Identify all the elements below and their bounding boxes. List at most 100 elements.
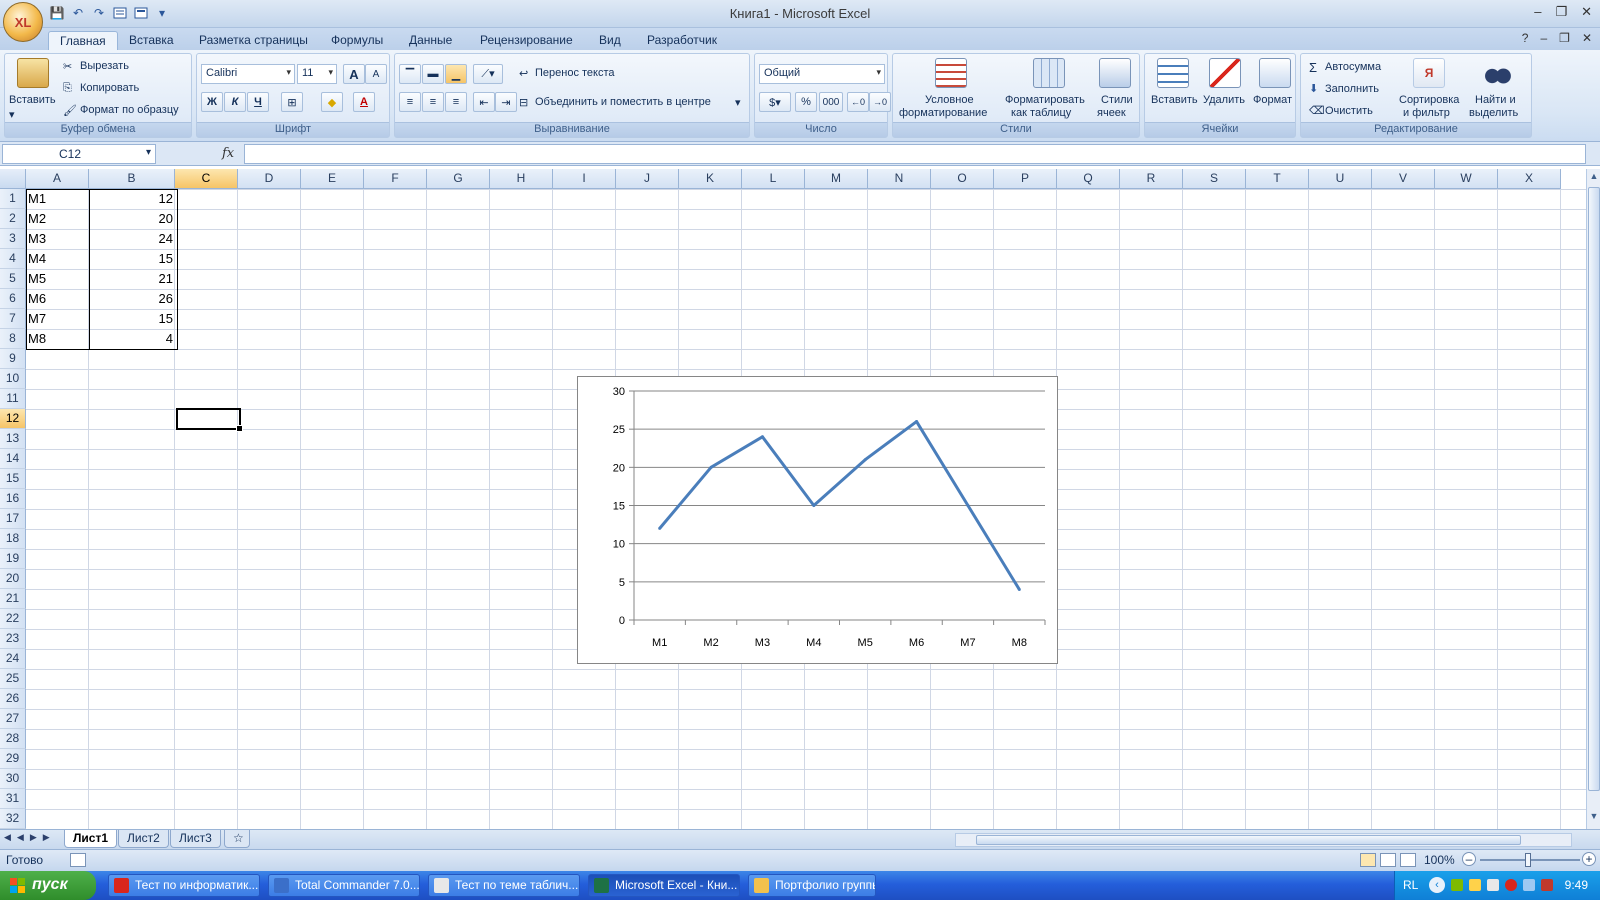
paste-button[interactable]: Вставить [9,94,56,106]
cell-b8[interactable]: 4 [89,329,175,349]
column-header-m[interactable]: M [805,169,868,189]
row-header-11[interactable]: 11 [0,389,26,409]
column-header-s[interactable]: S [1183,169,1246,189]
page-break-view-icon[interactable] [1400,853,1416,867]
volume-icon[interactable] [1487,879,1499,891]
row-header-1[interactable]: 1 [0,189,26,209]
font-color-button[interactable]: A [353,92,375,112]
cell-b7[interactable]: 15 [89,309,175,329]
italic-button[interactable]: К [224,92,246,112]
select-all-corner[interactable] [0,169,26,189]
row-header-27[interactable]: 27 [0,709,26,729]
bold-button[interactable]: Ж [201,92,223,112]
row-header-25[interactable]: 25 [0,669,26,689]
column-header-p[interactable]: P [994,169,1057,189]
row-header-3[interactable]: 3 [0,229,26,249]
find-binoculars-icon[interactable] [1481,58,1513,88]
format-painter-button[interactable]: Формат по образцу [80,104,179,116]
zoom-slider-thumb[interactable] [1525,853,1531,867]
cut-button[interactable]: Вырезать [80,60,129,72]
thousands-button[interactable]: 000 [819,92,843,112]
column-header-t[interactable]: T [1246,169,1309,189]
insert-cells-button[interactable]: Вставить [1151,94,1198,106]
percent-button[interactable]: % [795,92,817,112]
align-middle-icon[interactable]: ▬ [422,64,444,84]
sheet-tab-1[interactable]: Лист1 [64,830,118,848]
orientation-icon[interactable]: ⟋▾ [473,64,503,84]
column-header-b[interactable]: B [89,169,175,189]
column-header-v[interactable]: V [1372,169,1435,189]
cut-icon[interactable]: ✂ [63,60,72,73]
column-header-r[interactable]: R [1120,169,1183,189]
row-header-5[interactable]: 5 [0,269,26,289]
format-cells-icon[interactable] [1259,58,1291,88]
row-header-8[interactable]: 8 [0,329,26,349]
workbook-restore-icon[interactable]: ❐ [1559,31,1570,45]
workbook-close-icon[interactable]: ✕ [1582,31,1592,45]
delete-cells-button[interactable]: Удалить [1203,94,1245,106]
cell-styles-label-1[interactable]: Стили [1101,94,1133,106]
format-painter-icon[interactable]: 🖌 [63,104,77,117]
cell-a6[interactable]: M6 [26,289,89,309]
number-format-select[interactable]: Общий [759,64,885,84]
cell-b6[interactable]: 26 [89,289,175,309]
tab-data[interactable]: Данные [398,31,463,50]
taskbar-item-2[interactable]: Total Commander 7.0... [268,874,420,897]
normal-view-icon[interactable] [1360,853,1376,867]
cell-b1[interactable]: 12 [89,189,175,209]
cell-a4[interactable]: M4 [26,249,89,269]
insert-function-icon[interactable]: fx [222,146,234,161]
format-cells-button[interactable]: Формат [1253,94,1292,106]
column-header-f[interactable]: F [364,169,427,189]
taskbar-item-5[interactable]: Портфолио группы [748,874,876,897]
sheet-tab-3[interactable]: Лист3 [170,830,221,848]
sheet-nav-icon[interactable]: ◀◀▶▶ [4,832,56,843]
tab-formulas[interactable]: Формулы [320,31,394,50]
merge-center-button[interactable]: Объединить и поместить в центре [535,96,711,108]
column-header-c[interactable]: C [175,169,238,189]
find-select-label-1[interactable]: Найти и [1475,94,1516,106]
conditional-formatting-label-2[interactable]: форматирование [899,107,987,119]
column-header-d[interactable]: D [238,169,301,189]
row-header-24[interactable]: 24 [0,649,26,669]
merge-dropdown-icon[interactable]: ▾ [735,96,741,109]
copy-button[interactable]: Копировать [80,82,139,94]
close-icon[interactable]: ✕ [1581,4,1592,20]
increase-indent-icon[interactable]: ⇥ [495,92,517,112]
row-header-23[interactable]: 23 [0,629,26,649]
horizontal-scrollbar[interactable] [955,833,1572,847]
align-left-icon[interactable]: ≡ [399,92,421,112]
row-header-15[interactable]: 15 [0,469,26,489]
cell-a7[interactable]: M7 [26,309,89,329]
restore-icon[interactable]: ❐ [1555,4,1567,20]
column-header-e[interactable]: E [301,169,364,189]
cell-b2[interactable]: 20 [89,209,175,229]
grow-font-button[interactable]: A [343,64,365,84]
shrink-font-button[interactable]: A [365,64,387,84]
language-indicator[interactable]: RL [1403,878,1418,892]
taskbar-item-4[interactable]: Microsoft Excel - Кни... [588,874,740,897]
copy-icon[interactable]: ⎘ [63,82,72,95]
paste-icon[interactable] [17,58,49,88]
cell-styles-label-2[interactable]: ячеек [1097,107,1126,119]
horizontal-scroll-thumb[interactable] [976,835,1521,845]
row-header-31[interactable]: 31 [0,789,26,809]
decrease-indent-icon[interactable]: ⇤ [473,92,495,112]
column-header-a[interactable]: A [26,169,89,189]
network-icon[interactable] [1451,879,1463,891]
tab-review[interactable]: Рецензирование [469,31,584,50]
column-header-k[interactable]: K [679,169,742,189]
row-header-2[interactable]: 2 [0,209,26,229]
column-header-i[interactable]: I [553,169,616,189]
row-header-7[interactable]: 7 [0,309,26,329]
scroll-down-icon[interactable]: ▼ [1588,811,1600,825]
row-header-26[interactable]: 26 [0,689,26,709]
shield-icon[interactable] [1541,879,1553,891]
fill-color-icon[interactable]: ◆ [321,92,343,112]
column-header-l[interactable]: L [742,169,805,189]
insert-cells-icon[interactable] [1157,58,1189,88]
display-icon[interactable] [1523,879,1535,891]
wrap-text-icon[interactable]: ↩ [519,67,528,80]
column-header-g[interactable]: G [427,169,490,189]
tab-view[interactable]: Вид [588,31,632,50]
